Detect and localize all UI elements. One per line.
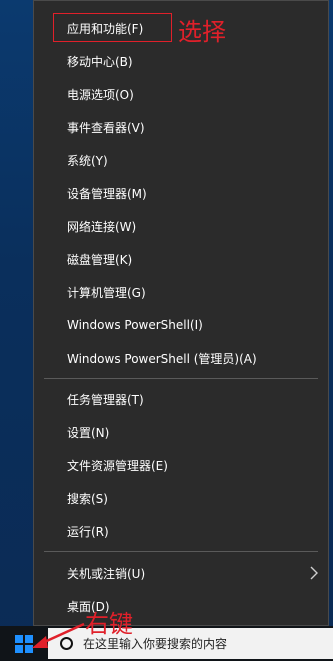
menu-item-label: 文件资源管理器(E)	[67, 458, 168, 473]
menu-item-powershell[interactable]: Windows PowerShell(I)	[34, 310, 328, 340]
annotation-select: 选择	[178, 18, 226, 46]
menu-item-label: 移动中心(B)	[67, 54, 133, 69]
menu-item-shutdown-signout[interactable]: 关机或注销(U)	[34, 558, 328, 588]
menu-item-network-connections[interactable]: 网络连接(W)	[34, 211, 328, 241]
annotation-right-click: 右键	[85, 610, 133, 638]
menu-item-disk-management[interactable]: 磁盘管理(K)	[34, 244, 328, 274]
menu-separator	[44, 551, 318, 552]
annotation-arrow-icon	[32, 622, 85, 648]
menu-item-label: 设置(N)	[67, 425, 110, 440]
chevron-right-icon	[310, 566, 318, 580]
selection-highlight-box	[53, 13, 172, 42]
menu-item-device-manager[interactable]: 设备管理器(M)	[34, 178, 328, 208]
menu-item-settings[interactable]: 设置(N)	[34, 417, 328, 447]
winx-context-menu: 应用和功能(F) 移动中心(B) 电源选项(O) 事件查看器(V) 系统(Y) …	[33, 0, 329, 626]
menu-item-label: 电源选项(O)	[67, 87, 134, 102]
menu-item-system[interactable]: 系统(Y)	[34, 145, 328, 175]
menu-item-label: 网络连接(W)	[67, 219, 137, 234]
menu-item-label: 搜索(S)	[67, 491, 108, 506]
menu-item-label: 任务管理器(T)	[67, 392, 144, 407]
menu-item-label: 计算机管理(G)	[67, 285, 146, 300]
menu-item-label: 事件查看器(V)	[67, 120, 145, 135]
menu-item-computer-management[interactable]: 计算机管理(G)	[34, 277, 328, 307]
menu-item-run[interactable]: 运行(R)	[34, 516, 328, 546]
menu-item-mobility-center[interactable]: 移动中心(B)	[34, 46, 328, 76]
menu-item-label: 磁盘管理(K)	[67, 252, 133, 267]
menu-item-task-manager[interactable]: 任务管理器(T)	[34, 384, 328, 414]
menu-item-file-explorer[interactable]: 文件资源管理器(E)	[34, 450, 328, 480]
menu-item-label: 运行(R)	[67, 524, 109, 539]
menu-item-search[interactable]: 搜索(S)	[34, 483, 328, 513]
menu-item-label: 关机或注销(U)	[67, 566, 146, 581]
menu-item-label: Windows PowerShell (管理员)(A)	[67, 351, 257, 366]
menu-item-event-viewer[interactable]: 事件查看器(V)	[34, 112, 328, 142]
menu-item-label: 设备管理器(M)	[67, 186, 147, 201]
menu-separator	[44, 378, 318, 379]
menu-item-power-options[interactable]: 电源选项(O)	[34, 79, 328, 109]
menu-item-powershell-admin[interactable]: Windows PowerShell (管理员)(A)	[34, 343, 328, 373]
menu-item-desktop[interactable]: 桌面(D)	[34, 591, 328, 621]
menu-item-label: Windows PowerShell(I)	[67, 318, 203, 332]
menu-item-label: 系统(Y)	[67, 153, 108, 168]
